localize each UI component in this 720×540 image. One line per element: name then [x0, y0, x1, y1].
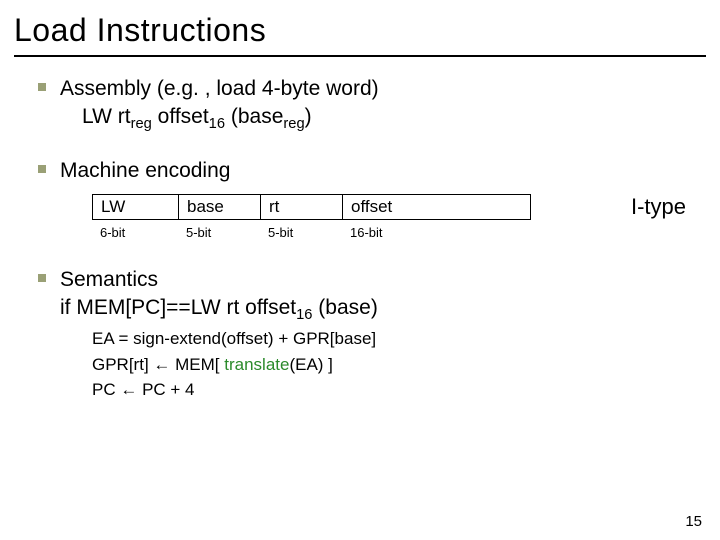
bullet-assembly: Assembly (e.g. , load 4-byte word) LW rt…	[38, 75, 692, 135]
left-arrow-icon: ←	[120, 380, 137, 399]
sem-line-gpr: GPR[rt] ← MEM[ translate(EA) ]	[92, 352, 692, 378]
width-base: 5-bit	[178, 220, 260, 244]
sem-line-pc: PC ← PC + 4	[92, 377, 692, 403]
slide-content: Assembly (e.g. , load 4-byte word) LW rt…	[0, 75, 720, 403]
field-base: base	[179, 194, 261, 219]
assembly-line2: LW rtreg offset16 (basereg)	[82, 103, 692, 135]
bullet-encoding: Machine encoding LW base rt offset 6-bit…	[38, 157, 692, 243]
encoding-layout: LW base rt offset 6-bit 5-bit 5-bit 16-b…	[92, 194, 692, 244]
encoding-field-table: LW base rt offset	[92, 194, 531, 220]
bullet-icon	[38, 274, 46, 282]
bullet-icon	[38, 83, 46, 91]
bullet-icon	[38, 165, 46, 173]
field-rt: rt	[261, 194, 343, 219]
semantics-condition: if MEM[PC]==LW rt offset16 (base)	[60, 294, 692, 326]
width-offset: 16-bit	[342, 220, 530, 244]
title-divider	[14, 55, 706, 57]
slide-title: Load Instructions	[0, 0, 720, 55]
bullet-semantics: Semantics if MEM[PC]==LW rt offset16 (ba…	[38, 266, 692, 403]
instruction-type-label: I-type	[631, 194, 692, 220]
field-offset: offset	[343, 194, 531, 219]
encoding-width-row: 6-bit 5-bit 5-bit 16-bit	[92, 220, 530, 244]
semantics-heading: Semantics	[60, 266, 158, 294]
encoding-heading: Machine encoding	[60, 157, 230, 185]
left-arrow-icon: ←	[153, 355, 170, 374]
translate-keyword: translate	[224, 355, 289, 374]
field-lw: LW	[93, 194, 179, 219]
width-lw: 6-bit	[92, 220, 178, 244]
semantics-body: EA = sign-extend(offset) + GPR[base] GPR…	[92, 326, 692, 403]
width-rt: 5-bit	[260, 220, 342, 244]
assembly-line1: Assembly (e.g. , load 4-byte word)	[60, 75, 379, 103]
page-number: 15	[685, 513, 702, 530]
sem-line-ea: EA = sign-extend(offset) + GPR[base]	[92, 326, 692, 352]
